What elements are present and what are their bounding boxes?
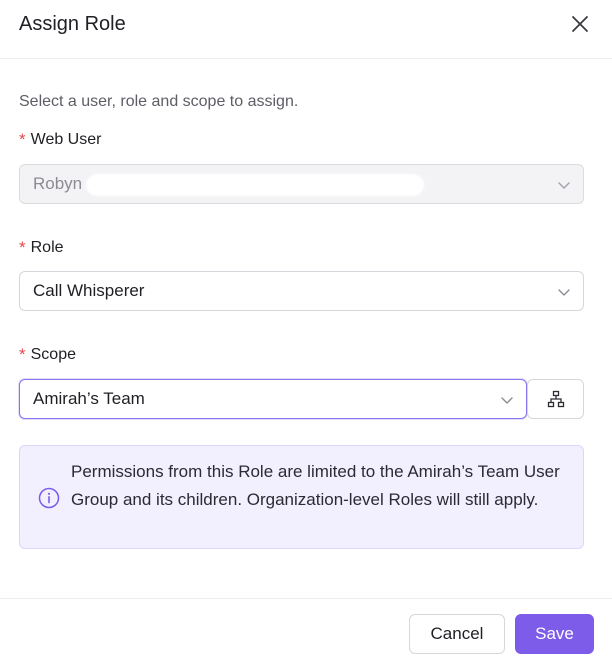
scope-label-text: Scope bbox=[30, 346, 76, 363]
close-icon bbox=[572, 16, 588, 32]
dialog-title: Assign Role bbox=[19, 13, 126, 35]
scope-select[interactable]: Amirah’s Team bbox=[19, 379, 527, 419]
info-icon bbox=[38, 487, 60, 509]
scope-tree-button[interactable] bbox=[527, 379, 584, 419]
role-select[interactable]: Call Whisperer bbox=[19, 271, 584, 311]
chevron-down-icon bbox=[558, 182, 570, 189]
required-mark: * bbox=[19, 238, 26, 257]
info-text: Permissions from this Role are limited t… bbox=[71, 462, 560, 509]
close-button[interactable] bbox=[566, 10, 594, 38]
chevron-down-icon bbox=[501, 397, 513, 404]
chevron-down-icon bbox=[558, 289, 570, 296]
dialog-header: Assign Role bbox=[0, 0, 612, 59]
role-value: Call Whisperer bbox=[33, 281, 145, 300]
save-button[interactable]: Save bbox=[515, 614, 594, 654]
redacted-name bbox=[86, 174, 424, 196]
role-label-text: Role bbox=[30, 239, 64, 256]
required-mark: * bbox=[19, 130, 26, 149]
required-mark: * bbox=[19, 345, 26, 364]
scope-value: Amirah’s Team bbox=[33, 389, 145, 408]
role-label: * Role bbox=[19, 238, 64, 258]
cancel-button[interactable]: Cancel bbox=[409, 614, 505, 654]
web-user-value: Robyn bbox=[33, 174, 83, 193]
assign-role-dialog: Assign Role Select a user, role and scop… bbox=[0, 0, 612, 662]
hierarchy-tree-icon bbox=[547, 390, 564, 408]
web-user-label-text: Web User bbox=[30, 131, 102, 148]
scope-label: * Scope bbox=[19, 345, 76, 365]
dialog-subtitle: Select a user, role and scope to assign. bbox=[19, 93, 299, 110]
scope-info-callout: Permissions from this Role are limited t… bbox=[19, 445, 584, 549]
web-user-label: * Web User bbox=[19, 130, 101, 150]
dialog-footer: Cancel Save bbox=[0, 598, 612, 662]
